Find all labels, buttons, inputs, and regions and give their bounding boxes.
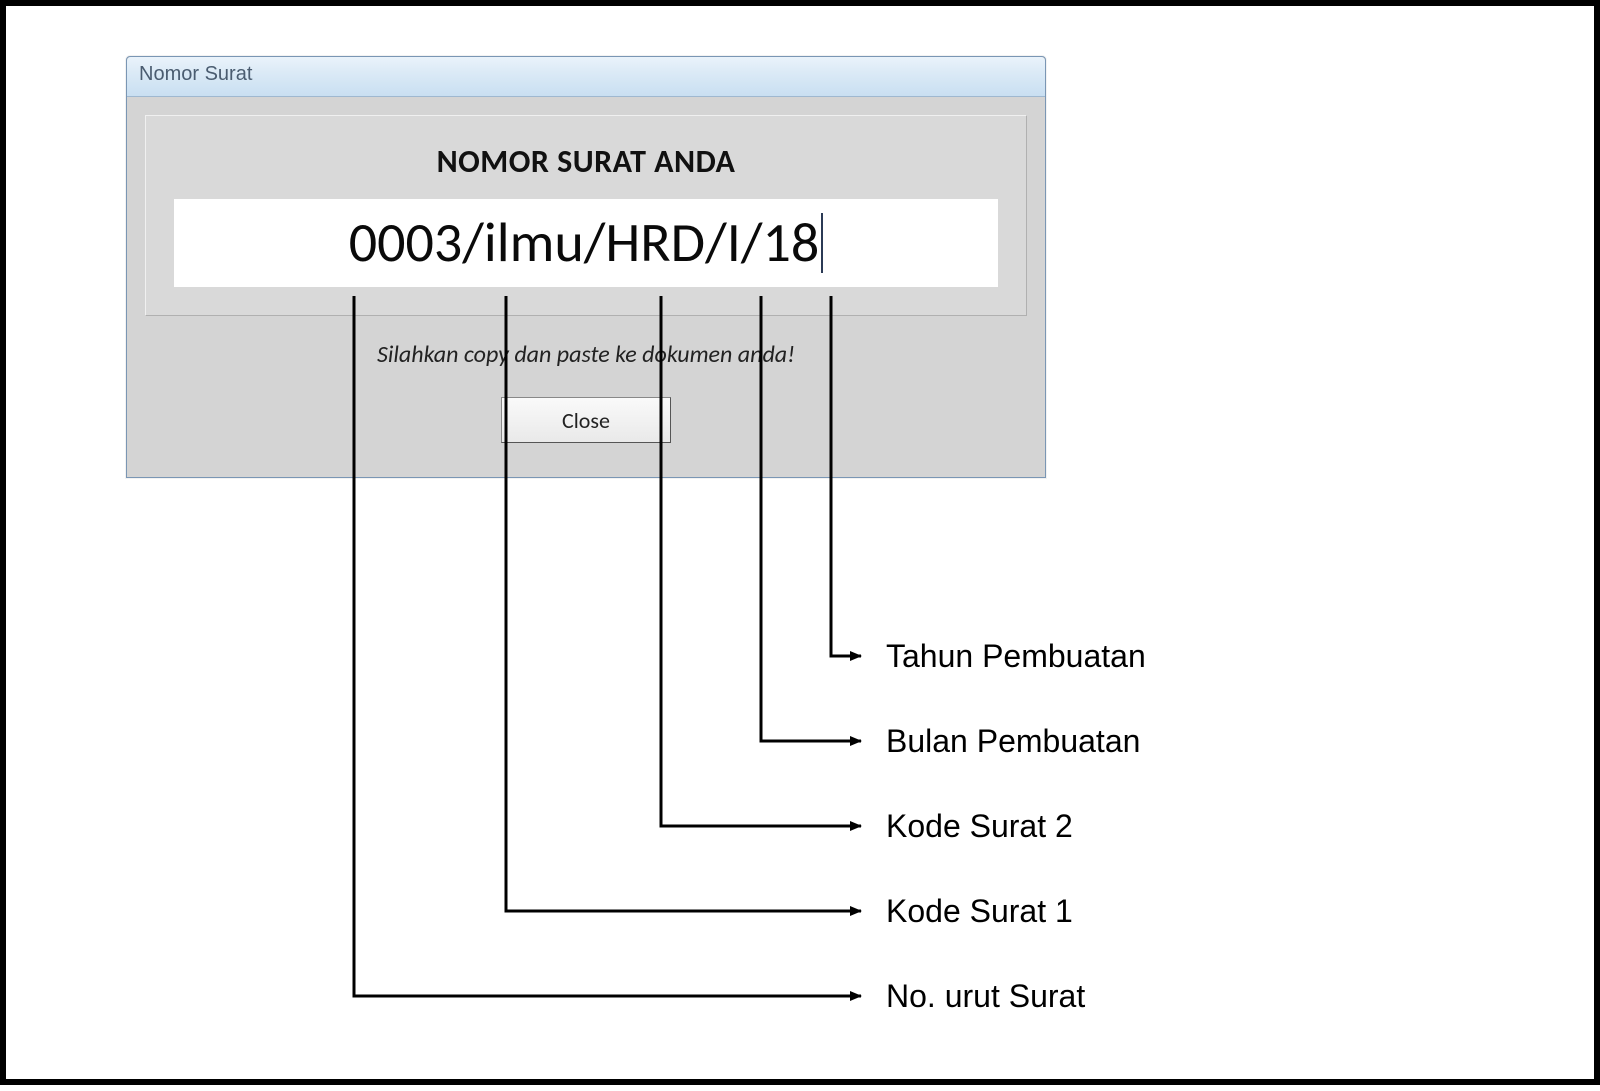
instruction-text: Silahkan copy dan paste ke dokumen anda! bbox=[145, 340, 1027, 369]
text-cursor bbox=[821, 213, 823, 273]
label-kode-surat-2: Kode Surat 2 bbox=[886, 808, 1073, 845]
nomor-surat-field[interactable]: 0003/ilmu/HRD/I/18 bbox=[174, 199, 998, 287]
panel-heading: NOMOR SURAT ANDA bbox=[174, 142, 998, 181]
nomor-surat-dialog: Nomor Surat NOMOR SURAT ANDA 0003/ilmu/H… bbox=[126, 56, 1046, 478]
label-kode-surat-1: Kode Surat 1 bbox=[886, 893, 1073, 930]
dialog-body: NOMOR SURAT ANDA 0003/ilmu/HRD/I/18 Sila… bbox=[127, 97, 1045, 477]
label-bulan-pembuatan: Bulan Pembuatan bbox=[886, 723, 1140, 760]
close-button[interactable]: Close bbox=[501, 397, 671, 443]
label-no-urut-surat: No. urut Surat bbox=[886, 978, 1085, 1015]
content-panel: NOMOR SURAT ANDA 0003/ilmu/HRD/I/18 bbox=[145, 115, 1027, 316]
nomor-surat-value: 0003/ilmu/HRD/I/18 bbox=[349, 209, 820, 277]
dialog-title: Nomor Surat bbox=[139, 63, 252, 85]
label-tahun-pembuatan: Tahun Pembuatan bbox=[886, 638, 1146, 675]
dialog-titlebar[interactable]: Nomor Surat bbox=[127, 57, 1045, 97]
diagram-frame: Nomor Surat NOMOR SURAT ANDA 0003/ilmu/H… bbox=[0, 0, 1600, 1085]
